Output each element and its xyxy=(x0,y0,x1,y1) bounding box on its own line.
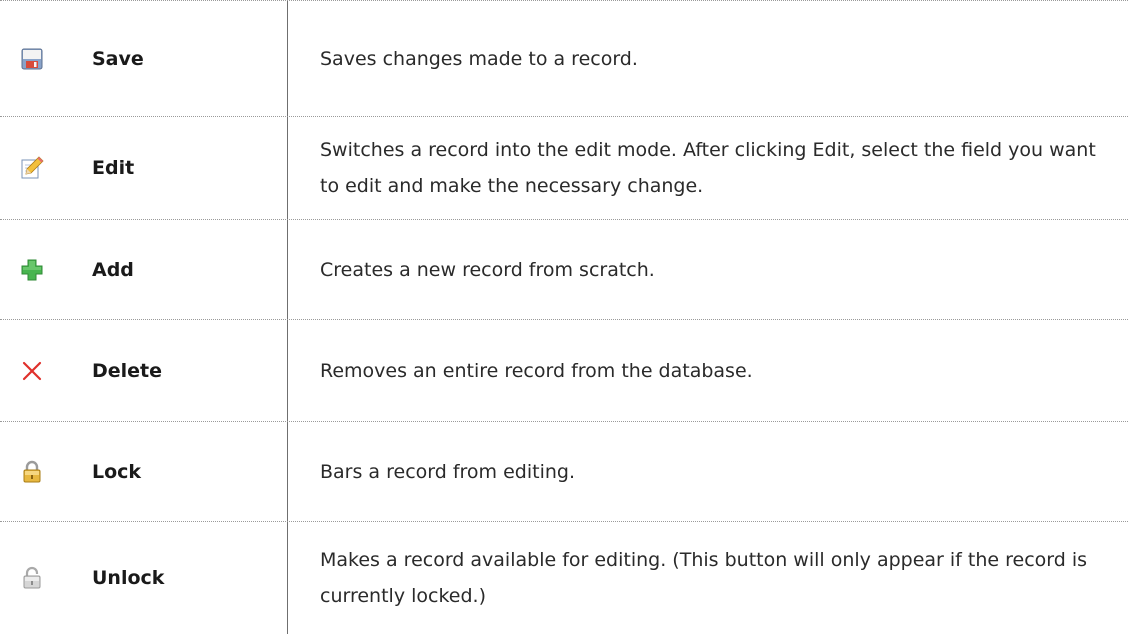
button-description: Creates a new record from scratch. xyxy=(320,258,655,281)
button-description: Bars a record from editing. xyxy=(320,460,575,483)
button-name: Edit xyxy=(92,157,135,179)
delete-x-icon xyxy=(18,320,46,421)
button-name: Unlock xyxy=(92,567,165,589)
button-description: Switches a record into the edit mode. Af… xyxy=(320,139,1096,197)
button-description: Saves changes made to a record. xyxy=(320,47,638,70)
floppy-disk-icon xyxy=(18,1,46,116)
table-row-save: Save Saves changes made to a record. xyxy=(0,1,1128,117)
table-row-unlock: Unlock Makes a record available for edit… xyxy=(0,522,1128,634)
lock-closed-icon xyxy=(18,422,46,521)
table-row-delete: Delete Removes an entire record from the… xyxy=(0,320,1128,422)
lock-open-icon xyxy=(18,522,46,634)
table-row-edit: Edit Switches a record into the edit mod… xyxy=(0,117,1128,220)
button-name: Add xyxy=(92,258,134,281)
table-row-lock: Lock Bars a record from editing. xyxy=(0,422,1128,522)
button-description: Removes an entire record from the databa… xyxy=(320,359,753,382)
button-name: Lock xyxy=(92,460,142,483)
pencil-edit-icon xyxy=(18,117,46,219)
button-name: Delete xyxy=(92,359,163,382)
table-row-add: Add Creates a new record from scratch. xyxy=(0,220,1128,320)
toolbar-buttons-table: Save Saves changes made to a record. Edi… xyxy=(0,0,1128,634)
plus-icon xyxy=(18,220,46,319)
button-description: Makes a record available for editing. (T… xyxy=(320,549,1088,607)
button-name: Save xyxy=(92,47,144,70)
